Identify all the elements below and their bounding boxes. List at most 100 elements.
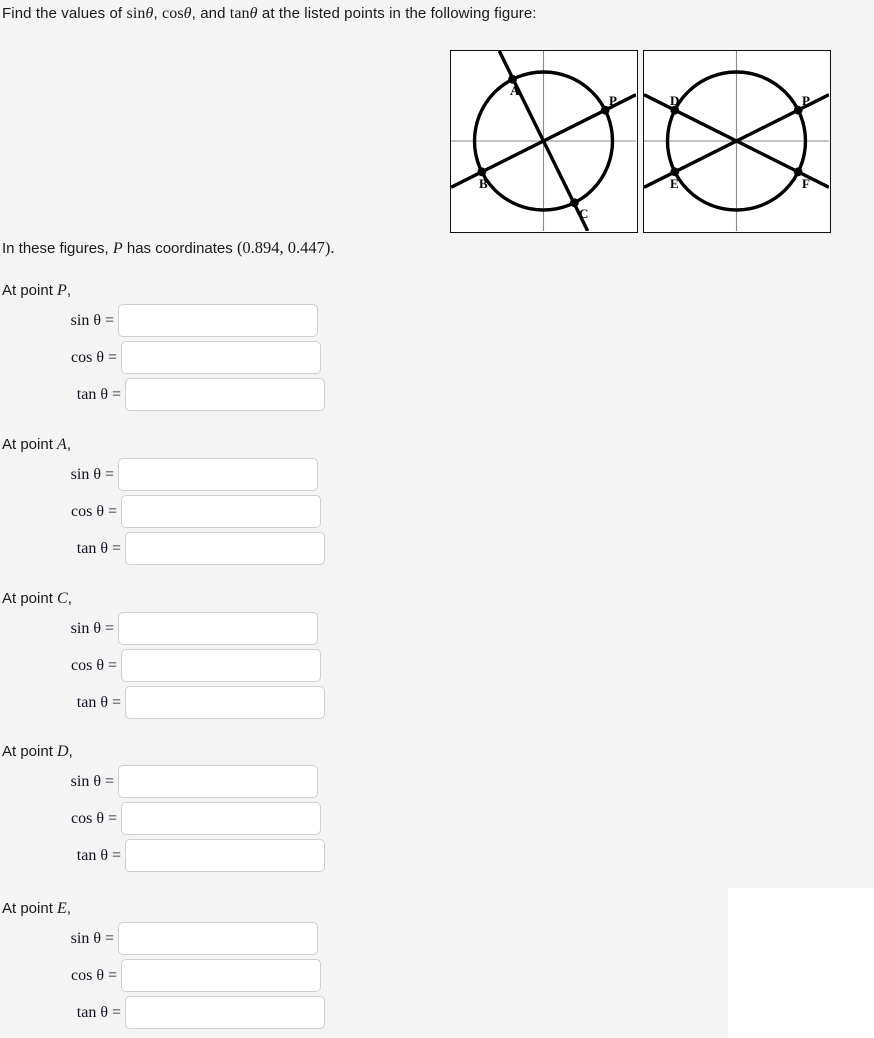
- answer-input-D-sin[interactable]: [118, 765, 318, 798]
- answer-row-A-cos: cos θ =: [0, 495, 420, 528]
- prompt-and: and: [200, 5, 226, 22]
- answer-label-P-sin: sin θ =: [70, 311, 114, 329]
- answer-row-E-tan: tan θ =: [0, 996, 420, 1029]
- prompt-comma-1: ,: [153, 5, 158, 22]
- answer-row-D-sin: sin θ =: [0, 765, 420, 798]
- figure-2: D P E F: [643, 50, 831, 233]
- figure-2-label-P: P: [802, 93, 810, 108]
- answer-input-C-cos[interactable]: [121, 649, 321, 682]
- question-prompt: Find the values of sinθ, cosθ, and tanθ …: [2, 5, 537, 23]
- answer-block-A-title: At point A,: [2, 436, 420, 454]
- figure-1-point-C: [570, 198, 579, 208]
- figure-1-label-A: A: [510, 83, 520, 98]
- answer-block-P-point: P: [57, 282, 67, 299]
- answer-block-D: At point D, sin θ = cos θ = tan θ =: [0, 743, 420, 872]
- answer-block-D-point: D: [57, 743, 69, 760]
- answer-row-E-sin: sin θ =: [0, 922, 420, 955]
- answer-input-P-tan[interactable]: [125, 378, 325, 411]
- answer-input-E-sin[interactable]: [118, 922, 318, 955]
- answer-label-E-sin: sin θ =: [70, 929, 114, 947]
- figure-2-label-D: D: [670, 93, 679, 108]
- answer-block-C-title: At point C,: [2, 590, 420, 608]
- figure-group: A P B C D P E F: [450, 50, 831, 233]
- answer-block-P: At point P, sin θ = cos θ = tan θ =: [0, 282, 420, 411]
- answer-block-E-comma: ,: [66, 900, 71, 917]
- prompt-tan: tan: [229, 5, 250, 22]
- answer-label-D-tan: tan θ =: [76, 846, 121, 864]
- answer-input-P-sin[interactable]: [118, 304, 318, 337]
- figure-2-label-F: F: [802, 176, 810, 191]
- figure-1-point-B: [477, 167, 487, 177]
- answer-row-C-sin: sin θ =: [0, 612, 420, 645]
- answer-block-E-title-prefix: At point: [2, 900, 53, 917]
- answer-label-A-tan: tan θ =: [76, 539, 121, 557]
- prompt-theta-3: θ: [249, 5, 258, 22]
- figure-1: A P B C: [450, 50, 638, 233]
- coords-point-label: P: [112, 240, 123, 257]
- answer-row-D-tan: tan θ =: [0, 839, 420, 872]
- answer-row-A-sin: sin θ =: [0, 458, 420, 491]
- answer-input-A-cos[interactable]: [121, 495, 321, 528]
- answer-row-P-sin: sin θ =: [0, 304, 420, 337]
- answer-label-A-cos: cos θ =: [70, 502, 117, 520]
- coordinates-note: In these figures, P has coordinates (0.8…: [2, 238, 335, 258]
- answer-input-E-tan[interactable]: [125, 996, 325, 1029]
- figure-1-label-C: C: [579, 206, 588, 221]
- figure-2-point-E: [670, 167, 680, 177]
- figure-2-point-F: [793, 167, 803, 177]
- answer-block-E-point: E: [57, 900, 67, 917]
- figure-1-label-B: B: [479, 176, 488, 191]
- answer-label-C-cos: cos θ =: [70, 656, 117, 674]
- coords-value: (0.894, 0.447).: [236, 238, 335, 257]
- figure-1-canvas: A P B C: [450, 50, 637, 232]
- answer-block-E-title: At point E,: [2, 900, 420, 918]
- prompt-cos: cos: [162, 5, 184, 22]
- answer-input-C-tan[interactable]: [125, 686, 325, 719]
- answer-input-A-tan[interactable]: [125, 532, 325, 565]
- answer-label-D-cos: cos θ =: [70, 809, 117, 827]
- answer-row-P-cos: cos θ =: [0, 341, 420, 374]
- answer-block-A: At point A, sin θ = cos θ = tan θ =: [0, 436, 420, 565]
- answer-label-D-sin: sin θ =: [70, 772, 114, 790]
- answer-row-P-tan: tan θ =: [0, 378, 420, 411]
- coords-middle: has coordinates: [126, 240, 233, 257]
- coords-lead: In these figures,: [2, 240, 109, 257]
- answer-block-D-title-prefix: At point: [2, 743, 53, 760]
- prompt-lead: Find the values of: [2, 5, 123, 22]
- answer-label-E-tan: tan θ =: [76, 1003, 121, 1021]
- answer-block-C-title-prefix: At point: [2, 590, 53, 607]
- answer-input-D-tan[interactable]: [125, 839, 325, 872]
- answer-row-E-cos: cos θ =: [0, 959, 420, 992]
- answer-label-P-tan: tan θ =: [76, 385, 121, 403]
- answer-block-P-title-prefix: At point: [2, 282, 53, 299]
- prompt-theta-2: θ: [183, 5, 192, 22]
- figure-2-canvas: D P E F: [643, 51, 830, 231]
- answer-row-A-tan: tan θ =: [0, 532, 420, 565]
- answer-input-A-sin[interactable]: [118, 458, 318, 491]
- answer-block-D-comma: ,: [68, 743, 73, 760]
- answer-block-C: At point C, sin θ = cos θ = tan θ =: [0, 590, 420, 719]
- answer-row-D-cos: cos θ =: [0, 802, 420, 835]
- answer-row-C-cos: cos θ =: [0, 649, 420, 682]
- answer-input-D-cos[interactable]: [121, 802, 321, 835]
- prompt-comma-2: ,: [191, 5, 196, 22]
- answer-block-P-comma: ,: [66, 282, 71, 299]
- page-root: Find the values of sinθ, cosθ, and tanθ …: [0, 0, 874, 1038]
- answer-input-E-cos[interactable]: [121, 959, 321, 992]
- answer-row-C-tan: tan θ =: [0, 686, 420, 719]
- answer-label-E-cos: cos θ =: [70, 966, 117, 984]
- answer-label-A-sin: sin θ =: [70, 465, 114, 483]
- answer-block-A-point: A: [57, 436, 67, 453]
- answer-input-P-cos[interactable]: [121, 341, 321, 374]
- answer-block-P-title: At point P,: [2, 282, 420, 300]
- answer-block-A-comma: ,: [66, 436, 71, 453]
- figure-2-label-E: E: [670, 176, 679, 191]
- prompt-tail: at the listed points in the following fi…: [261, 5, 537, 22]
- answer-input-C-sin[interactable]: [118, 612, 318, 645]
- answer-label-P-cos: cos θ =: [70, 348, 117, 366]
- answer-label-C-sin: sin θ =: [70, 619, 114, 637]
- answer-label-C-tan: tan θ =: [76, 693, 121, 711]
- answer-block-C-comma: ,: [67, 590, 72, 607]
- answer-block-E: At point E, sin θ = cos θ = tan θ =: [0, 900, 420, 1029]
- figure-1-label-P: P: [609, 93, 617, 108]
